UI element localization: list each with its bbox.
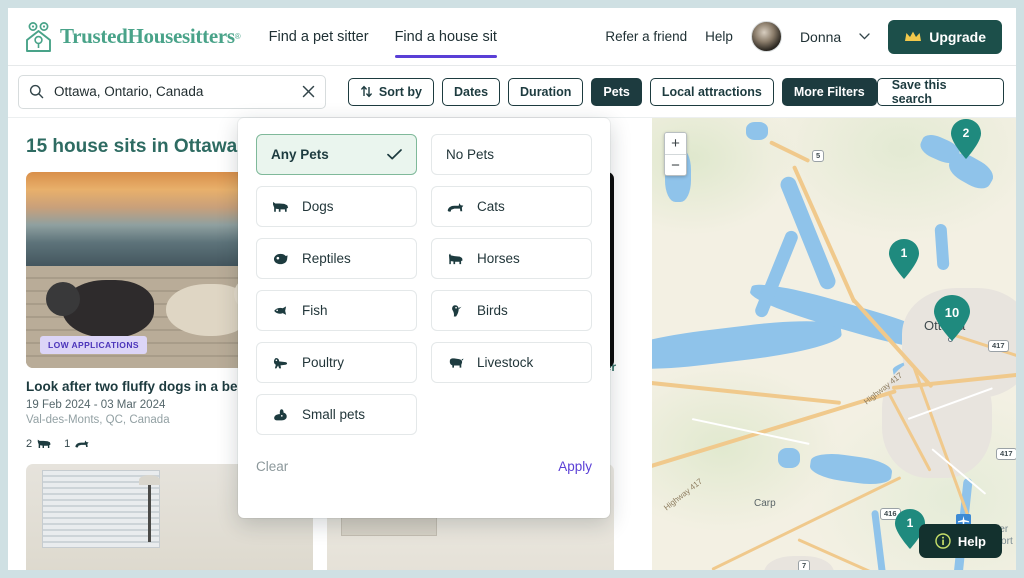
small-pet-icon <box>271 408 290 422</box>
photo-floor-lamp <box>139 475 160 542</box>
pet-option-birds[interactable]: Birds <box>431 290 592 331</box>
site-header: TrustedHousesitters ® Find a pet sitter … <box>8 8 1016 66</box>
filter-chip-more-filters[interactable]: More Filters <box>781 77 877 106</box>
filter-chip-sort-by[interactable]: Sort by <box>347 77 434 106</box>
pet-option-label: Poultry <box>302 355 345 370</box>
header-actions: Refer a friend Help Donna Upgrade <box>605 19 1002 54</box>
upgrade-button[interactable]: Upgrade <box>888 19 1002 54</box>
pet-option-no-pets[interactable]: No Pets <box>431 134 592 175</box>
dog-icon <box>271 200 290 214</box>
cat-icon <box>74 437 90 450</box>
highway-shield-7: 7 <box>798 560 811 570</box>
nav-find-a-house-sit[interactable]: Find a house sit <box>394 8 498 66</box>
map-zoom-in-button[interactable]: + <box>665 133 686 154</box>
pet-option-label: No Pets <box>446 147 495 162</box>
user-avatar[interactable] <box>750 21 782 52</box>
results-map[interactable]: 5 417 417 416 7 Highway 417 Highway 417 … <box>652 118 1016 570</box>
map-help-label: Help <box>957 533 986 549</box>
brand-logo[interactable]: TrustedHousesitters ® <box>22 20 241 54</box>
map-pin-count: 2 <box>962 126 970 140</box>
pet-count-dogs: 2 <box>26 437 52 450</box>
pet-option-label: Livestock <box>477 355 534 370</box>
status-badge: LOW APPLICATIONS <box>40 336 147 354</box>
pet-option-label: Small pets <box>302 407 366 422</box>
pet-option-any-pets[interactable]: Any Pets <box>256 134 417 175</box>
pets-panel-footer: Clear Apply <box>256 459 592 474</box>
primary-nav: Find a pet sitter Find a house sit <box>269 8 498 66</box>
filter-chip-local-attractions[interactable]: Local attractions <box>649 77 774 106</box>
pet-option-fish[interactable]: Fish <box>256 290 417 331</box>
pet-option-horses[interactable]: Horses <box>431 238 592 279</box>
filter-chip-pets[interactable]: Pets <box>591 77 642 106</box>
filter-chip-label: Sort by <box>378 84 422 99</box>
search-filter-bar: Ottawa, Ontario, Canada Sort by Dates Du… <box>8 66 1016 118</box>
pet-count-value: 2 <box>26 437 33 450</box>
pet-option-label: Cats <box>477 199 505 214</box>
highway-shield-5: 5 <box>812 150 825 162</box>
cat-icon <box>446 200 465 214</box>
pets-option-grid: Any Pets No Pets Dogs Cats Reptiles Hors… <box>256 134 592 435</box>
pet-option-reptiles[interactable]: Reptiles <box>256 238 417 279</box>
filter-chip-dates[interactable]: Dates <box>441 77 501 106</box>
map-water <box>778 448 800 468</box>
horse-icon <box>446 252 465 266</box>
map-pin-count: 10 <box>944 305 960 320</box>
poultry-icon <box>271 356 290 370</box>
map-pin-count: 1 <box>900 246 908 260</box>
pet-option-label: Horses <box>477 251 520 266</box>
map-pin-cluster[interactable]: 2 <box>949 118 983 160</box>
dog-icon <box>36 437 52 450</box>
pet-option-livestock[interactable]: Livestock <box>431 342 592 383</box>
location-search-box[interactable]: Ottawa, Ontario, Canada <box>18 74 326 109</box>
nav-find-a-pet-sitter[interactable]: Find a pet sitter <box>269 8 369 66</box>
reptile-icon <box>271 252 290 266</box>
save-this-search-button[interactable]: Save this search <box>876 77 1004 106</box>
pet-option-dogs[interactable]: Dogs <box>256 186 417 227</box>
photo-dog-dark <box>46 280 154 338</box>
map-pin-cluster[interactable]: 1 <box>887 238 921 280</box>
sort-arrows-icon <box>360 85 373 98</box>
pet-option-poultry[interactable]: Poultry <box>256 342 417 383</box>
pet-count-value: 1 <box>64 437 71 450</box>
help-link[interactable]: Help <box>705 29 733 44</box>
clear-pets-button[interactable]: Clear <box>256 459 288 474</box>
brand-trademark: ® <box>234 32 241 41</box>
map-help-button[interactable]: Help <box>918 524 1002 558</box>
pet-option-label: Reptiles <box>302 251 351 266</box>
info-icon <box>935 533 951 549</box>
house-pets-logo-icon <box>22 20 56 54</box>
clear-search-icon[interactable] <box>302 85 315 98</box>
search-icon <box>29 84 44 99</box>
map-pin-cluster[interactable]: 10 <box>932 294 972 342</box>
pet-option-label: Birds <box>477 303 508 318</box>
chevron-down-icon[interactable] <box>859 33 870 40</box>
map-water <box>746 122 768 140</box>
highway-shield-417: 417 <box>988 340 1009 352</box>
brand-name: TrustedHousesitters <box>60 24 235 48</box>
filter-chip-row: Sort by Dates Duration Pets Local attrac… <box>347 77 877 106</box>
upgrade-label: Upgrade <box>929 28 986 45</box>
pet-option-label: Dogs <box>302 199 334 214</box>
fish-icon <box>271 304 290 318</box>
refer-a-friend-link[interactable]: Refer a friend <box>605 29 687 44</box>
pet-option-small-pets[interactable]: Small pets <box>256 394 417 435</box>
crown-icon <box>904 30 922 43</box>
search-input-value[interactable]: Ottawa, Ontario, Canada <box>54 84 302 99</box>
bird-icon <box>446 304 465 318</box>
filter-chip-duration[interactable]: Duration <box>508 77 584 106</box>
map-zoom-out-button[interactable]: − <box>665 154 686 175</box>
user-name-label[interactable]: Donna <box>800 29 841 45</box>
pet-option-cats[interactable]: Cats <box>431 186 592 227</box>
highway-shield-417b: 417 <box>996 448 1016 460</box>
browser-viewport: TrustedHousesitters ® Find a pet sitter … <box>8 8 1016 570</box>
apply-pets-button[interactable]: Apply <box>558 459 592 474</box>
map-place-carp: Carp <box>754 498 776 509</box>
livestock-icon <box>446 356 465 370</box>
map-zoom-controls: + − <box>664 132 687 176</box>
check-icon <box>387 149 402 160</box>
pet-option-label: Fish <box>302 303 328 318</box>
pets-filter-dropdown: Any Pets No Pets Dogs Cats Reptiles Hors… <box>238 118 610 518</box>
pet-count-cats: 1 <box>64 437 90 450</box>
pet-option-label: Any Pets <box>271 147 329 162</box>
